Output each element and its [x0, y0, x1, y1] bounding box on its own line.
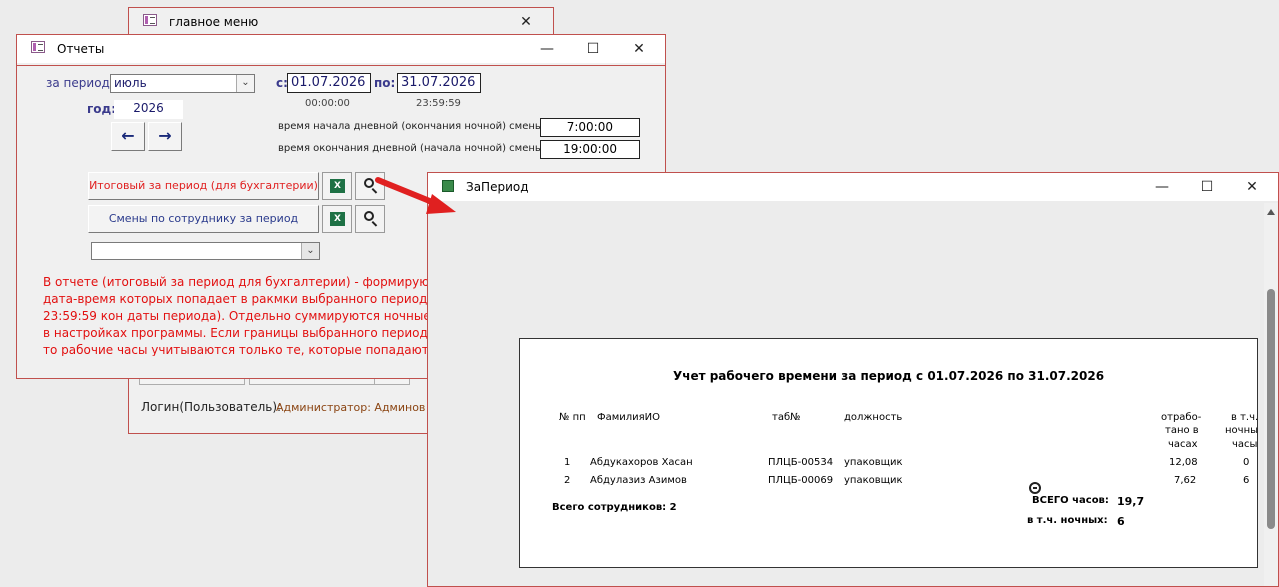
reports-title: Отчеты	[57, 42, 105, 56]
col-hours-header: отрабо-	[1161, 412, 1202, 423]
total-hours-value: 19,7	[1117, 495, 1145, 508]
close-icon[interactable]: ✕	[517, 13, 535, 31]
from-time: 00:00:00	[305, 98, 350, 109]
day-start-label: время начала дневной (окончания ночной) …	[278, 121, 547, 132]
close-icon[interactable]: ✕	[630, 40, 648, 58]
reports-titlebar: Отчеты — ☐ ✕	[17, 35, 665, 63]
row-num: 1	[564, 457, 571, 468]
annotation-arrow	[375, 177, 456, 214]
row-fio: Абдукахоров Хасан	[590, 457, 693, 468]
export-excel-button[interactable]: X	[322, 172, 352, 200]
excel-icon: X	[330, 179, 345, 193]
from-date-field[interactable]: 01.07.2026	[287, 73, 371, 93]
row-night: 6	[1243, 475, 1250, 486]
row-position: упаковщик	[844, 457, 903, 468]
prev-year-button[interactable]: ←	[111, 122, 145, 151]
report-page: Учет рабочего времени за период с 01.07.…	[519, 338, 1258, 568]
row-fio: Абдулазиз Азимов	[590, 475, 687, 486]
preview-titlebar: ЗаПериод — ☐ ✕	[428, 173, 1278, 201]
total-employees: Всего сотрудников: 2	[552, 502, 677, 513]
col-num-header: № пп	[559, 412, 586, 423]
row-tab: ПЛЦБ-00069	[768, 475, 834, 486]
access-form-icon	[31, 41, 45, 53]
total-report-button[interactable]: Итоговый за период (для бухгалтерии)	[88, 172, 319, 200]
scroll-thumb[interactable]	[1267, 289, 1275, 529]
vertical-scrollbar[interactable]	[1264, 203, 1278, 586]
col-hours-header: часах	[1168, 439, 1198, 450]
period-value: июль	[114, 76, 147, 90]
login-value: Администратор: Админов А.А.	[276, 401, 426, 414]
maximize-icon[interactable]: ☐	[584, 40, 602, 58]
shifts-report-button[interactable]: Смены по сотруднику за период	[88, 205, 319, 233]
year-label: год:	[87, 102, 117, 116]
minimize-icon[interactable]: —	[1153, 178, 1171, 196]
login-label: Логин(Пользователь):	[141, 400, 282, 414]
row-position: упаковщик	[844, 475, 903, 486]
night-total-value: 6	[1117, 515, 1125, 528]
row-tab: ПЛЦБ-00534	[768, 457, 834, 468]
main-menu-titlebar: главное меню ✕	[129, 8, 553, 36]
period-label: за период:	[46, 76, 114, 90]
col-hours-header: тано в	[1165, 425, 1199, 436]
arrow-left-icon: ←	[121, 126, 135, 145]
day-end-field[interactable]: 19:00:00	[540, 140, 640, 159]
to-time: 23:59:59	[416, 98, 461, 109]
excel-icon: X	[330, 212, 345, 226]
to-label: по:	[374, 76, 396, 90]
chevron-down-icon[interactable]: ⌄	[236, 75, 254, 92]
col-fio-header: ФамилияИО	[597, 412, 661, 423]
col-position-header: должность	[844, 412, 903, 423]
to-date-field[interactable]: 31.07.2026	[397, 73, 481, 93]
maximize-icon[interactable]: ☐	[1198, 178, 1216, 196]
main-menu-title: главное меню	[169, 15, 259, 29]
info-message: В отчете (итоговый за период для бухгалт…	[43, 275, 433, 356]
export-excel-button[interactable]: X	[322, 205, 352, 233]
arrow-right-icon: →	[158, 126, 172, 145]
col-night-header: ночны	[1225, 425, 1258, 436]
report-title: Учет рабочего времени за период с 01.07.…	[672, 369, 1105, 383]
minimize-icon[interactable]: —	[538, 40, 556, 58]
day-end-label: время окончания дневной (начала ночной) …	[278, 143, 547, 154]
col-tab-header: таб№	[772, 412, 801, 423]
next-year-button[interactable]: →	[148, 122, 182, 151]
col-night-header: часы	[1232, 439, 1258, 450]
chevron-down-icon[interactable]: ⌄	[301, 243, 319, 259]
row-night: 0	[1243, 457, 1250, 468]
total-hours-label: ВСЕГО часов:	[1032, 495, 1109, 506]
close-icon[interactable]: ✕	[1243, 178, 1261, 196]
night-total-label: в т.ч. ночных:	[1027, 515, 1108, 526]
year-field[interactable]: 2026	[114, 100, 183, 119]
col-night-header: в т.ч.	[1231, 412, 1259, 423]
row-num: 2	[564, 475, 571, 486]
scroll-up-icon[interactable]	[1267, 209, 1275, 215]
employee-select[interactable]: ⌄	[91, 242, 320, 260]
titlebar-divider	[17, 65, 665, 66]
day-start-field[interactable]: 7:00:00	[540, 118, 640, 137]
row-hours: 7,62	[1174, 475, 1197, 486]
zoom-cursor-icon	[1029, 482, 1041, 494]
preview-window: ЗаПериод — ☐ ✕ Учет рабочего времени за …	[427, 172, 1279, 587]
access-form-icon	[143, 14, 157, 26]
preview-title: ЗаПериод	[466, 180, 529, 194]
row-hours: 12,08	[1169, 457, 1198, 468]
period-combobox[interactable]: июль ⌄	[110, 74, 255, 93]
